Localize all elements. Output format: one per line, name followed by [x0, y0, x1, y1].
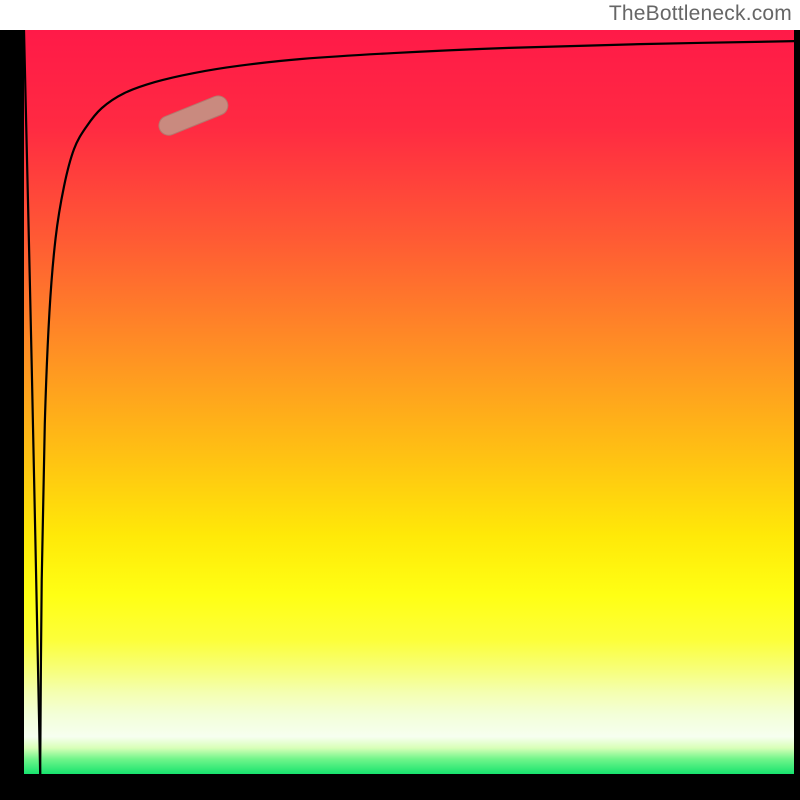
plot-background — [24, 30, 794, 774]
chart-canvas — [0, 0, 800, 800]
frame-bottom — [0, 774, 800, 800]
attribution-label: TheBottleneck.com — [609, 2, 792, 26]
frame-left — [0, 30, 24, 800]
chart-stage: TheBottleneck.com — [0, 0, 800, 800]
frame-right — [794, 30, 800, 800]
